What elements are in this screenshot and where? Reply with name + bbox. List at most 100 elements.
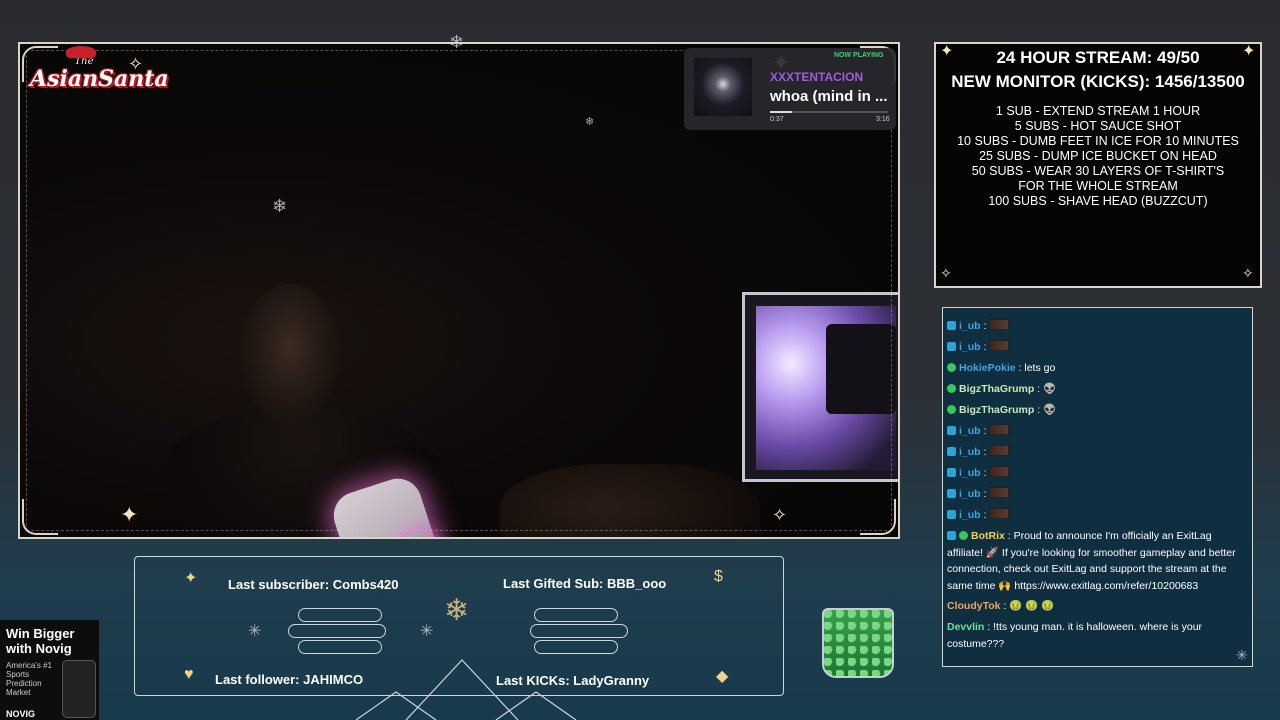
logo-name: AsianSanta: [30, 66, 169, 92]
emote-icon: [989, 466, 1010, 477]
diamond-icon: ◆: [716, 668, 729, 685]
verified-badge-icon: [947, 384, 956, 393]
sub-goal-item: FOR THE WHOLE STREAM: [1018, 179, 1178, 193]
chat-message: HokiePokie : lets go: [943, 358, 1252, 379]
sparkle-icon: ✧: [940, 265, 952, 281]
chat-message: i_ub :: [943, 484, 1252, 505]
chat-message-bot: BotRix : Proud to announce I'm officiall…: [943, 526, 1252, 596]
frame-corner: [860, 499, 896, 535]
chat-message: i_ub :: [943, 442, 1252, 463]
subscriber-badge-icon: [947, 321, 956, 330]
snowflake-icon: ❄: [444, 594, 470, 627]
now-playing-title: whoa (mind in ...: [770, 88, 888, 105]
chat-username[interactable]: HokiePokie: [959, 362, 1016, 374]
mountains-decoration: [356, 659, 576, 720]
emote-icon: [989, 340, 1010, 351]
subscriber-badge-icon: [947, 342, 956, 351]
emote-icon: 🤢 🤢 🤢: [1009, 600, 1055, 612]
stream-goal: 24 HOUR STREAM: 49/50: [996, 48, 1200, 67]
emote-icon: [989, 319, 1010, 330]
chat-message: i_ub :: [943, 421, 1252, 442]
pc-interior: [826, 324, 896, 414]
emote-icon: [989, 508, 1010, 519]
verified-badge-icon: [947, 363, 956, 372]
chat-text: :: [983, 446, 987, 458]
verified-badge-icon: [959, 531, 968, 540]
ornament-pill: [534, 640, 618, 654]
chat-text: :: [983, 509, 987, 521]
chat-username[interactable]: BigzThaGrump: [959, 383, 1034, 395]
sparkle-icon: ✧: [772, 505, 788, 525]
chat-message: i_ub :: [943, 316, 1252, 337]
chat-username[interactable]: i_ub: [959, 467, 981, 479]
chat-text: :: [983, 467, 987, 479]
chat-username[interactable]: Devvlin: [947, 621, 984, 633]
subscriber-badge-icon: [947, 489, 956, 498]
subscriber-badge-icon: [947, 426, 956, 435]
now-playing-artist: XXXTENTACION: [770, 70, 864, 84]
sub-goal-item: 1 SUB - EXTEND STREAM 1 HOUR: [995, 104, 1201, 118]
chat-text: :: [1037, 383, 1041, 395]
chat-username[interactable]: i_ub: [959, 509, 981, 521]
ornament-pill: [298, 640, 382, 654]
snowflake-icon: ❄: [272, 196, 288, 216]
sub-goal-item: 25 SUBS - DUMP ICE BUCKET ON HEAD: [979, 149, 1217, 163]
stream-goals-panel: 24 HOUR STREAM: 49/50 NEW MONITOR (KICKS…: [934, 42, 1262, 288]
emote-icon: 👽: [1043, 404, 1057, 416]
star-icon: ✦: [184, 570, 198, 587]
emote-icon: 👽: [1043, 383, 1057, 395]
verified-badge-icon: [947, 405, 956, 414]
chat-username[interactable]: BotRix: [971, 530, 1005, 542]
emote-icon: [989, 445, 1010, 456]
chat-username[interactable]: CloudyTok: [947, 600, 1000, 612]
ornament-pill: [288, 624, 386, 638]
sub-goals-list: 1 SUB - EXTEND STREAM 1 HOUR 5 SUBS - HO…: [936, 104, 1260, 209]
chat-text: : !tts young man. it is halloween. where…: [947, 621, 1203, 650]
snowflake-icon: ✳: [420, 623, 434, 640]
last-subscriber: Last subscriber: Combs420: [228, 577, 399, 592]
phone-icon: [62, 660, 96, 718]
bot-badge-icon: [947, 531, 956, 540]
ornament-pill: [530, 624, 628, 638]
now-playing-elapsed: 0:37: [770, 116, 784, 123]
chat-username[interactable]: i_ub: [959, 488, 981, 500]
chat-text: : lets go: [1018, 362, 1056, 374]
snowflake-icon: ❄: [449, 32, 465, 52]
chat-text: :: [1003, 600, 1007, 612]
chat-message: BigzThaGrump : 👽: [943, 379, 1252, 400]
ornament-pill: [298, 608, 382, 622]
heart-icon: ♥: [184, 666, 194, 683]
chat-username[interactable]: i_ub: [959, 341, 981, 353]
emote-icon: [989, 424, 1010, 435]
frame-corner: [22, 499, 58, 535]
ad-subtext: America's #1 Sports Prediction Market: [6, 661, 52, 697]
now-playing-badge: NOW PLAYING: [834, 52, 884, 59]
sparkle-icon: ✧: [1242, 265, 1254, 281]
chat-text: :: [983, 341, 987, 353]
subscriber-badge-icon: [947, 468, 956, 477]
emote-icon: [989, 487, 1010, 498]
last-gifted-sub: Last Gifted Sub: BBB_ooo: [503, 576, 667, 591]
chat-text: :: [1037, 404, 1041, 416]
chat-text: :: [983, 320, 987, 332]
chat-username[interactable]: i_ub: [959, 320, 981, 332]
santa-hat-icon: [66, 46, 96, 58]
chat-message: i_ub :: [943, 337, 1252, 358]
ad-headline: Win Bigger with Novig: [6, 626, 75, 656]
monitor-goal: NEW MONITOR (KICKS): 1456/13500: [951, 72, 1245, 91]
chat-panel: i_ub : i_ub : HokiePokie : lets go BigzT…: [942, 307, 1253, 667]
chat-username[interactable]: BigzThaGrump: [959, 404, 1034, 416]
cup-icon: [822, 608, 894, 678]
sponsor-ad[interactable]: Win Bigger with Novig America's #1 Sport…: [0, 620, 100, 720]
now-playing-progress: [770, 111, 888, 113]
chat-username[interactable]: i_ub: [959, 446, 981, 458]
chat-text: :: [983, 425, 987, 437]
chat-username[interactable]: i_ub: [959, 425, 981, 437]
snowflake-icon: ✳: [1236, 647, 1248, 663]
chat-message: BigzThaGrump : 👽: [943, 400, 1252, 421]
dollar-icon: $: [714, 568, 723, 585]
snowflake-icon: ❄: [585, 116, 595, 128]
subscriber-badge-icon: [947, 510, 956, 519]
chat-message: i_ub :: [943, 505, 1252, 526]
chat-message: i_ub :: [943, 463, 1252, 484]
